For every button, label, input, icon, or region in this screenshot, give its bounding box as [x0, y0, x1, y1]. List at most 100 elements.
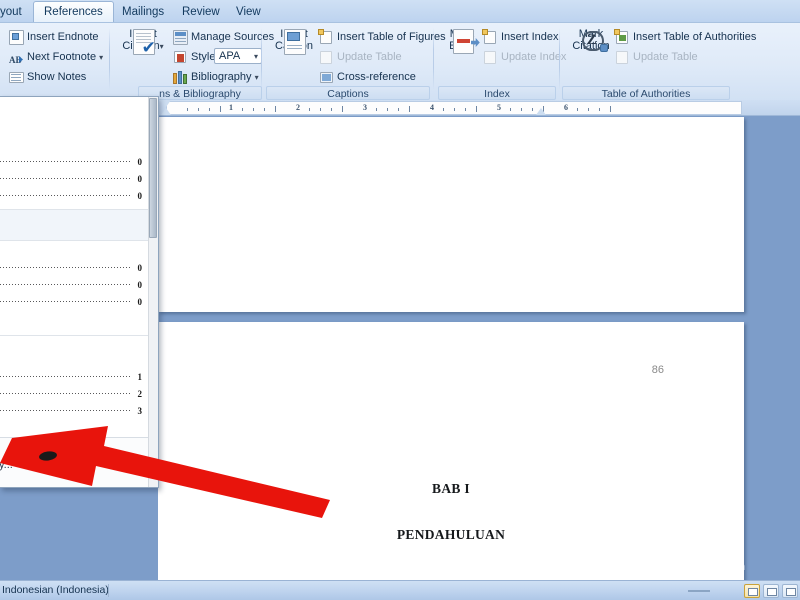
tab-review[interactable]: Review [172, 2, 230, 22]
style-icon [173, 50, 188, 65]
toc-entry-line: 1 [0, 370, 143, 382]
update-table-label: Update Table [337, 51, 402, 63]
insert-citation-button[interactable]: ✔ Insert Citation▾ [116, 28, 170, 56]
heading-bab: BAB I [432, 481, 470, 496]
full-screen-reading-view-button[interactable] [763, 584, 779, 598]
update-table-label: Update Table [633, 51, 698, 63]
first-line-indent-marker[interactable] [161, 100, 171, 108]
insert-citation-caret-icon[interactable]: ▾ [160, 42, 164, 51]
leader-dots [0, 267, 130, 268]
table-of-contents-gallery-dropdown[interactable]: 0 0 0 0 0 0 1 2 3 ... [0, 96, 159, 488]
heading-pendahuluan: PENDAHULUAN [396, 527, 506, 542]
toc-entry-line: 3 [0, 404, 142, 416]
toc-entry-line: 0 [0, 189, 143, 201]
cross-reference-label: Cross-reference [337, 71, 416, 83]
show-notes-button[interactable]: Show Notes [8, 68, 86, 86]
cross-reference-button[interactable]: Cross-reference [318, 68, 416, 86]
update-table-icon [319, 50, 334, 65]
status-divider [108, 584, 109, 597]
next-footnote-label: Next Footnote [27, 51, 97, 63]
gallery-scrollbar-thumb[interactable] [149, 98, 157, 238]
manage-sources-icon [173, 30, 188, 45]
document-workspace: 1 2 3 4 5 6 86 BAB I PENDAHULUAN Activat… [158, 100, 800, 580]
insert-table-of-authorities-label: Insert Table of Authorities [633, 31, 757, 43]
gallery-scrollbar[interactable] [148, 97, 158, 487]
show-notes-label: Show Notes [27, 71, 87, 83]
group-label-index: Index [438, 86, 556, 100]
cross-reference-icon [319, 70, 334, 85]
insert-table-of-authorities-button[interactable]: Insert Table of Authorities [614, 28, 756, 46]
document-page-current[interactable]: 86 BAB I PENDAHULUAN A. Latar Belakang M… [158, 322, 744, 580]
word-application-window: yout References Mailings Review View Ins… [0, 0, 800, 600]
status-language-label[interactable]: Indonesian (Indonesia) [2, 584, 109, 596]
gallery-footer[interactable]: ts Gallery... [0, 437, 148, 487]
print-layout-view-button[interactable] [744, 584, 760, 598]
toc-entry-line: 0 [0, 172, 143, 184]
insert-table-of-authorities-icon [614, 29, 630, 45]
tab-view[interactable]: View [226, 2, 271, 22]
next-footnote-caret-icon[interactable]: ▾ [99, 53, 103, 62]
chevron-down-icon[interactable]: ▾ [254, 52, 258, 61]
update-table-icon [615, 50, 630, 65]
save-selection-to-gallery-label: ts Gallery... [0, 459, 13, 471]
toc-entry-line: 0 [0, 155, 143, 167]
ribbon-group-index: Mark Entry Insert Index Update Index [434, 23, 566, 101]
toc-page-number: 0 [137, 280, 143, 290]
citation-style-control[interactable]: Style: [172, 48, 219, 66]
ribbon-group-citations: ✔ Insert Citation▾ Manage Sources [110, 23, 274, 101]
ruler-number-2: 2 [296, 103, 300, 112]
bibliography-caret-icon[interactable]: ▾ [255, 73, 259, 82]
tab-references[interactable]: References [33, 1, 114, 22]
gallery-item-highlight[interactable] [0, 210, 148, 240]
insert-index-icon [482, 29, 498, 45]
toc-page-number: 0 [137, 157, 143, 167]
ruler-number-3: 3 [363, 103, 367, 112]
gallery-item-manual-table[interactable]: 1 2 3 [0, 352, 148, 432]
tab-layout[interactable]: yout [0, 2, 32, 22]
insert-index-button[interactable]: Insert Index [482, 28, 558, 46]
tab-mailings[interactable]: Mailings [112, 2, 174, 22]
ribbon-tabstrip: yout References Mailings Review View [0, 0, 800, 22]
ruler-number-4: 4 [430, 103, 434, 112]
toc-entry-line: 0 [0, 295, 142, 307]
mark-entry-button[interactable]: Mark Entry [440, 28, 484, 54]
next-footnote-icon: AB [9, 55, 23, 65]
leader-dots [0, 284, 130, 285]
update-table-authorities-button: Update Table [614, 48, 698, 66]
gallery-divider [0, 335, 148, 336]
mark-citation-button[interactable]: Z Mark Citation [566, 28, 616, 52]
insert-caption-button[interactable]: Insert Caption [268, 28, 320, 55]
right-indent-marker[interactable] [536, 108, 546, 116]
toc-page-number: 0 [137, 191, 143, 201]
leader-dots [0, 393, 130, 394]
ribbon-group-footnotes: Insert Endnote AB Next Footnote ▾ Show N… [0, 23, 110, 101]
hanging-indent-marker[interactable] [161, 108, 171, 116]
gallery-item-automatic-table-1[interactable]: 0 0 0 [0, 97, 148, 205]
update-table-captions-button: Update Table [318, 48, 402, 66]
toc-entry-line: 2 [0, 387, 143, 399]
zoom-slider[interactable] [688, 590, 710, 592]
bibliography-label: Bibliography [191, 71, 252, 83]
manage-sources-button[interactable]: Manage Sources [172, 28, 274, 46]
toc-entry-line: 0 [0, 261, 142, 273]
next-footnote-button[interactable]: AB Next Footnote ▾ [8, 48, 103, 66]
web-layout-view-button[interactable] [782, 584, 798, 598]
insert-table-of-figures-button[interactable]: Insert Table of Figures [318, 28, 446, 46]
insert-table-of-figures-icon [318, 29, 334, 45]
leader-dots [0, 161, 130, 162]
toc-page-number: 2 [137, 389, 143, 399]
toc-page-number: 1 [137, 372, 143, 382]
horizontal-ruler[interactable]: 1 2 3 4 5 6 [158, 100, 800, 116]
gallery-item-automatic-table-2[interactable]: 0 0 0 [0, 241, 148, 319]
print-layout-view-icon [748, 588, 758, 596]
update-index-label: Update Index [501, 51, 567, 63]
ruler-number-6: 6 [564, 103, 568, 112]
document-page-previous[interactable] [158, 117, 744, 312]
toc-page-number: 0 [137, 174, 143, 184]
bibliography-button[interactable]: Bibliography ▾ [172, 68, 259, 86]
ruler-number-1: 1 [229, 103, 233, 112]
insert-endnote-button[interactable]: Insert Endnote [8, 28, 99, 46]
ruler-scale: 1 2 3 4 5 6 [166, 101, 742, 115]
citation-style-dropdown[interactable]: APA ▾ [214, 48, 262, 64]
insert-endnote-icon [9, 30, 24, 45]
